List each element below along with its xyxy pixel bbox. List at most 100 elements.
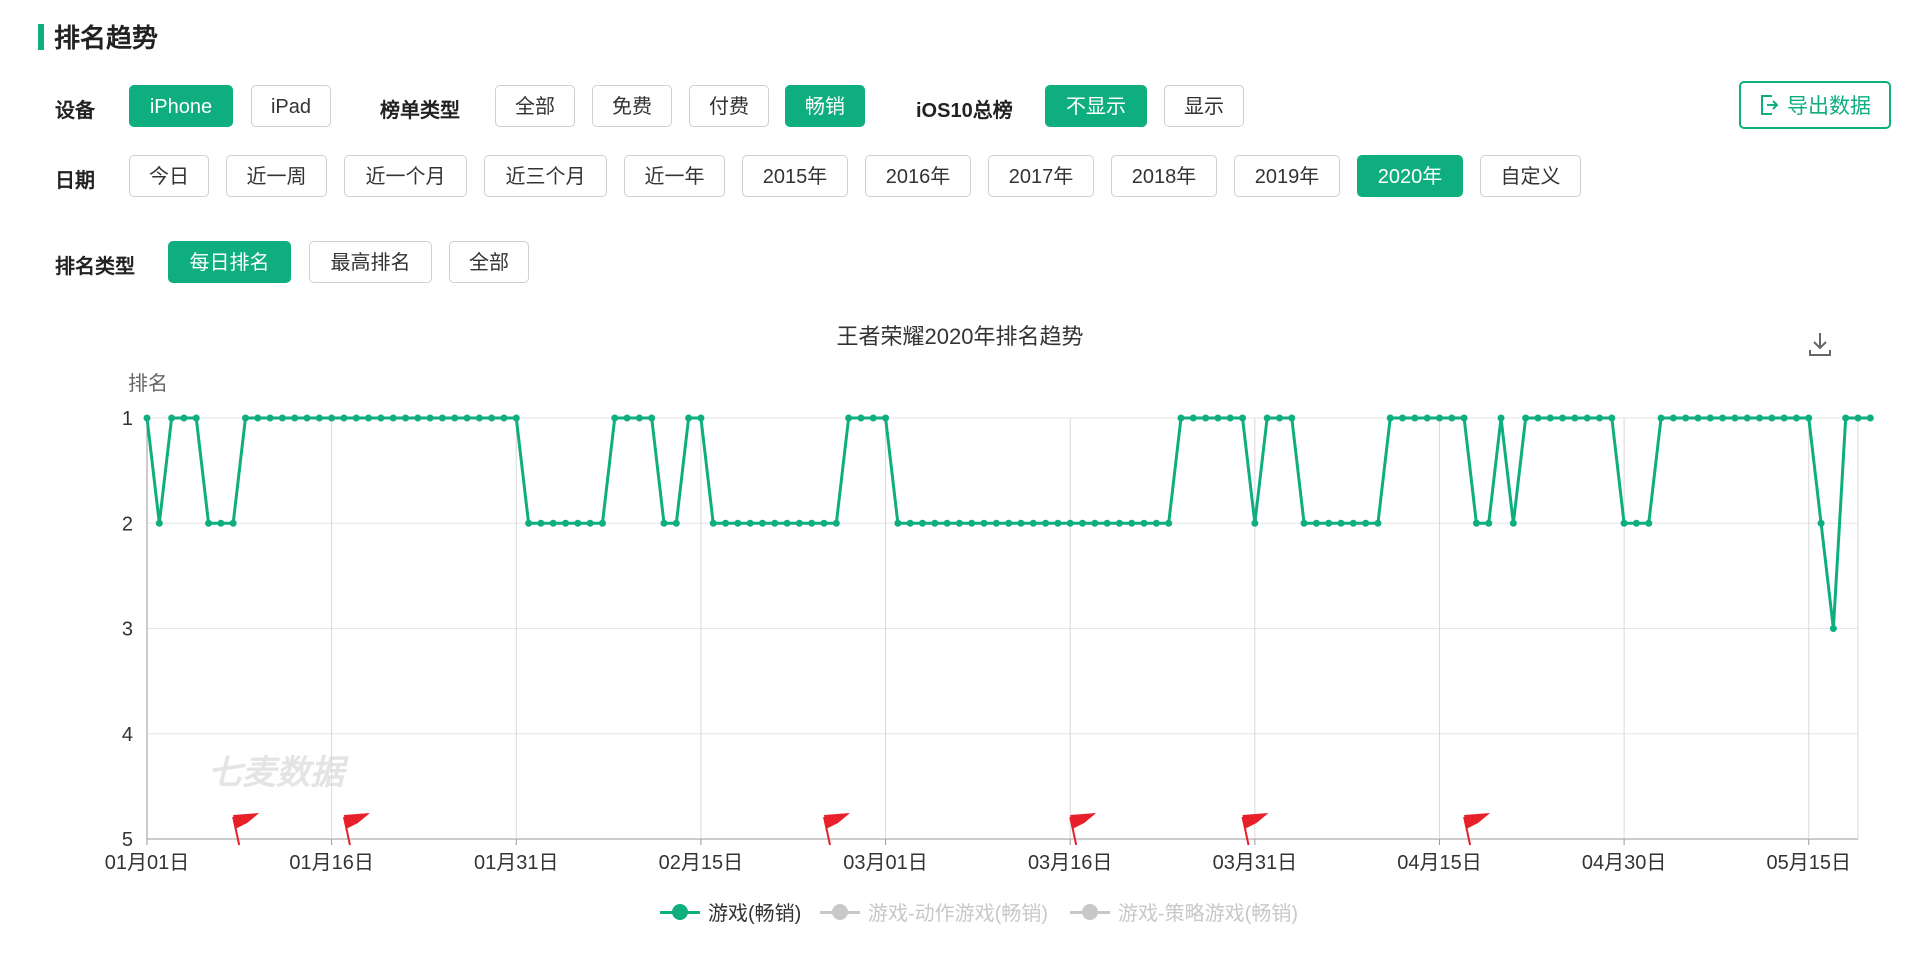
data-point — [820, 519, 828, 527]
date-2018[interactable]: 2018年 — [1111, 155, 1217, 197]
data-point — [1805, 414, 1813, 422]
data-point — [906, 519, 914, 527]
rank-type-label: 排名类型 — [55, 256, 135, 278]
date-2015[interactable]: 2015年 — [742, 155, 848, 197]
data-point — [1509, 519, 1517, 527]
list-type-free[interactable]: 免费 — [592, 85, 672, 127]
export-data-button[interactable]: 导出数据 — [1739, 81, 1891, 129]
legend-item-action-game[interactable]: 游戏-动作游戏(畅销) — [820, 897, 1048, 926]
data-point — [1399, 414, 1407, 422]
data-point — [672, 519, 680, 527]
data-point — [1275, 414, 1283, 422]
list-type-label: 榜单类型 — [380, 100, 460, 122]
date-last-year[interactable]: 近一年 — [624, 155, 725, 197]
x-tick-label: 01月16日 — [289, 852, 374, 874]
data-point — [918, 519, 926, 527]
data-point — [623, 414, 631, 422]
data-point — [241, 414, 249, 422]
tick-labels: 1 2 3 4 501月01日 01月16日 01月31日 02月15日 03月01日 03月16… — [105, 408, 1851, 874]
list-type-grossing[interactable]: 畅销 — [785, 85, 865, 127]
data-point — [143, 414, 151, 422]
data-point — [303, 414, 311, 422]
x-tick-label: 05月15日 — [1767, 852, 1852, 874]
data-point — [1522, 414, 1530, 422]
data-point — [1066, 519, 1074, 527]
list-type-all[interactable]: 全部 — [495, 85, 575, 127]
ios10-show[interactable]: 显示 — [1164, 85, 1244, 127]
rank-type-highest[interactable]: 最高排名 — [309, 241, 432, 283]
rank-type-daily[interactable]: 每日排名 — [168, 241, 291, 283]
data-point — [340, 414, 348, 422]
data-point — [943, 519, 951, 527]
data-point — [254, 414, 262, 422]
data-point — [1780, 414, 1788, 422]
rank-type-all[interactable]: 全部 — [449, 241, 529, 283]
data-point — [155, 519, 163, 527]
data-point — [1472, 519, 1480, 527]
data-point — [1448, 414, 1456, 422]
data-point — [1337, 519, 1345, 527]
date-today[interactable]: 今日 — [129, 155, 209, 197]
data-point — [278, 414, 286, 422]
date-last-month[interactable]: 近一个月 — [344, 155, 467, 197]
data-point — [882, 414, 890, 422]
data-point — [205, 519, 213, 527]
data-point — [1596, 414, 1604, 422]
date-2016[interactable]: 2016年 — [865, 155, 971, 197]
flag-cloth — [343, 813, 370, 829]
data-point — [1042, 519, 1050, 527]
data-point — [1657, 414, 1665, 422]
device-option-ipad[interactable]: iPad — [251, 85, 331, 127]
data-point — [525, 519, 533, 527]
legend-item-game-grossing[interactable]: 游戏(畅销) — [660, 897, 801, 926]
flag-icon — [232, 813, 260, 846]
date-custom[interactable]: 自定义 — [1480, 155, 1581, 197]
data-point — [328, 414, 336, 422]
data-point — [1571, 414, 1579, 422]
x-tick-label: 01月31日 — [474, 852, 559, 874]
data-point — [771, 519, 779, 527]
date-last-week[interactable]: 近一周 — [226, 155, 327, 197]
data-point — [968, 519, 976, 527]
ios10-hide[interactable]: 不显示 — [1045, 85, 1147, 127]
flag-cloth — [233, 813, 260, 829]
date-2019[interactable]: 2019年 — [1234, 155, 1340, 197]
event-flags — [232, 813, 1491, 846]
data-point — [1140, 519, 1148, 527]
y-tick-label: 2 — [122, 513, 133, 535]
data-point — [1460, 414, 1468, 422]
data-point — [1497, 414, 1505, 422]
data-point — [1091, 519, 1099, 527]
list-type-paid[interactable]: 付费 — [689, 85, 769, 127]
data-point — [931, 519, 939, 527]
flag-cloth — [1464, 813, 1491, 829]
data-point — [832, 519, 840, 527]
data-point — [808, 519, 816, 527]
data-point — [414, 414, 422, 422]
data-point — [537, 519, 545, 527]
data-point — [1362, 519, 1370, 527]
data-point — [1608, 414, 1616, 422]
ios10-label: iOS10总榜 — [916, 100, 1013, 122]
data-point — [611, 414, 619, 422]
data-point — [1214, 414, 1222, 422]
data-point — [1559, 414, 1567, 422]
date-last-3-months[interactable]: 近三个月 — [484, 155, 607, 197]
data-point — [500, 414, 508, 422]
legend-item-strategy-game[interactable]: 游戏-策略游戏(畅销) — [1070, 897, 1298, 926]
section-title: 排名趋势 — [38, 18, 158, 55]
data-point — [1829, 625, 1837, 632]
data-point — [217, 519, 225, 527]
x-tick-label: 03月31日 — [1213, 852, 1298, 874]
date-2020[interactable]: 2020年 — [1357, 155, 1463, 197]
data-point — [1288, 414, 1296, 422]
date-2017[interactable]: 2017年 — [988, 155, 1094, 197]
device-option-iphone[interactable]: iPhone — [129, 85, 233, 127]
flag-cloth — [824, 813, 851, 829]
chart-title: 王者荣耀2020年排名趋势 — [837, 324, 1084, 349]
x-tick-label: 03月16日 — [1028, 852, 1113, 874]
data-point — [1817, 519, 1825, 527]
data-point — [1719, 414, 1727, 422]
y-tick-label: 5 — [122, 829, 133, 851]
x-tick-label: 04月30日 — [1582, 852, 1667, 874]
